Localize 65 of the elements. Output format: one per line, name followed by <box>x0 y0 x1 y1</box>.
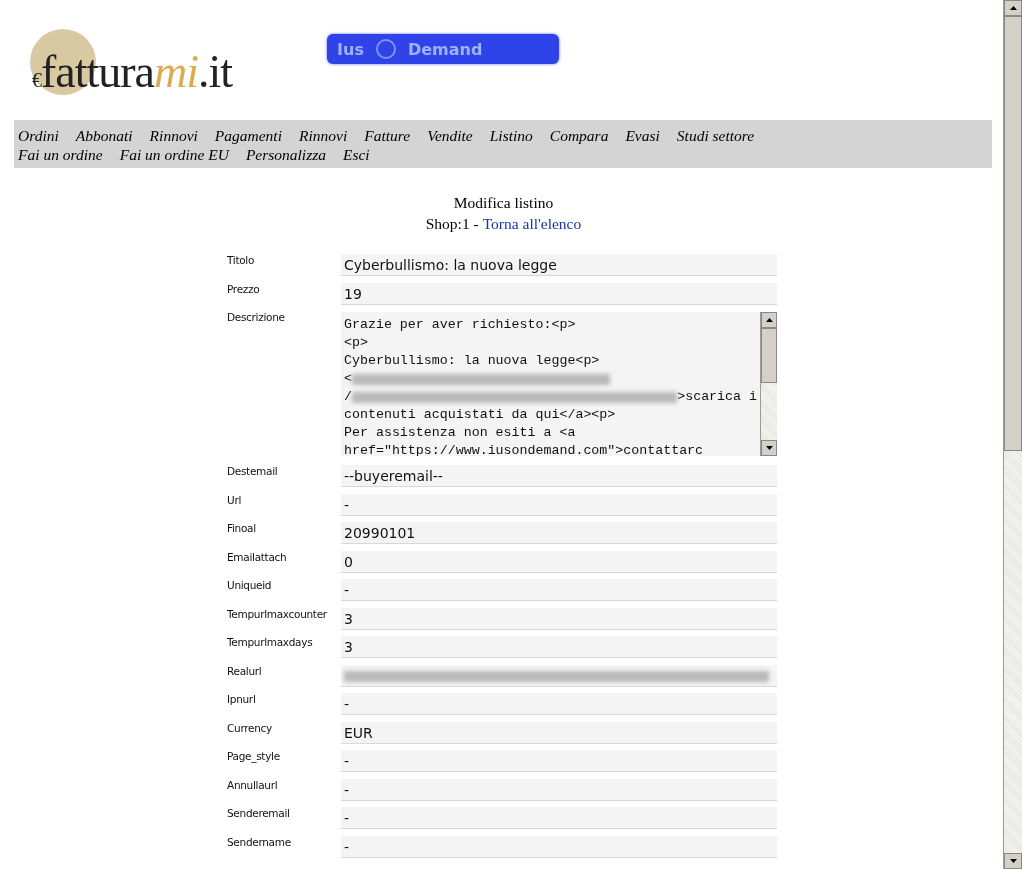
scroll-down-icon <box>1009 859 1017 863</box>
scroll-up-icon <box>1009 6 1017 10</box>
field-label: Annullaurl <box>227 777 279 793</box>
input-field[interactable]: - <box>341 493 777 516</box>
input-field[interactable]: 19 <box>341 282 777 305</box>
scroll-up-button[interactable] <box>1004 0 1022 16</box>
nav-link[interactable]: Ordini <box>18 126 59 145</box>
input-field[interactable]: 3 <box>341 636 777 658</box>
nav-link[interactable]: Fatture <box>364 126 411 145</box>
field-label: Tempurlmaxdays <box>227 635 314 650</box>
page-title: Modifica listino <box>453 193 554 213</box>
field-label: Realurl <box>227 663 263 679</box>
nav-link[interactable]: Pagamenti <box>214 126 282 145</box>
nav-link[interactable]: Rinnovi <box>149 126 198 145</box>
scroll-down-icon <box>765 446 773 450</box>
text-area[interactable]: Grazie per aver richiesto:<p> <p> Cyberbullismo: la nuova legge<p> < / >scarica i contenuti acquistati da qui</a><p> Per assistenza non esiti a <a href="https://www.iusondemand.com">contattarc <box>341 312 777 456</box>
field-label: Finoal <box>227 521 257 536</box>
field-label: Destemail <box>227 464 279 479</box>
scroll-up-button[interactable] <box>761 312 777 328</box>
field-label: Page_style <box>227 749 281 765</box>
input-field[interactable]: - <box>341 778 777 801</box>
nav-link[interactable]: Fai un ordine EU <box>119 145 229 164</box>
input-field[interactable]: Cyberbullismo: la nuova legge <box>341 254 777 276</box>
logo: €fatturami.it <box>30 25 233 95</box>
nav-link[interactable]: Studi settore <box>676 126 755 145</box>
nav-link[interactable]: Personalizza <box>245 145 326 164</box>
scrollbar[interactable] <box>1003 0 1022 869</box>
nav-link[interactable]: Abbonati <box>75 126 133 145</box>
input-field[interactable]: - <box>341 750 777 772</box>
field-label: Tempurlmaxcounter <box>227 606 328 622</box>
nav-link[interactable]: Vendite <box>427 126 473 145</box>
scroll-thumb[interactable] <box>1004 16 1022 451</box>
scroll-thumb[interactable] <box>761 328 777 383</box>
nav-link[interactable]: Esci <box>343 145 370 164</box>
field-label: Url <box>227 492 243 508</box>
field-label: Uniqueid <box>227 578 273 593</box>
field-label: Descrizione <box>227 310 286 325</box>
input-field[interactable]: - <box>341 579 777 601</box>
redacted-field[interactable] <box>341 664 777 687</box>
field-label: Sendername <box>227 834 292 850</box>
scroll-up-icon <box>765 318 773 322</box>
field-label: Emailattach <box>227 549 288 565</box>
input-field[interactable]: EUR <box>341 721 777 744</box>
nav-link[interactable]: Compara <box>549 126 609 145</box>
field-label: Prezzo <box>227 281 261 297</box>
input-field[interactable]: 3 <box>341 607 777 630</box>
scrollbar[interactable] <box>760 312 777 456</box>
nav-link[interactable]: Rinnovi <box>299 126 348 145</box>
back-link[interactable]: Torna all'elenco <box>482 213 582 234</box>
input-field[interactable]: - <box>341 807 777 829</box>
input-field[interactable]: - <box>341 835 777 858</box>
nav-link[interactable]: Listino <box>489 126 533 145</box>
field-label: Titolo <box>227 253 256 268</box>
input-field[interactable]: 0 <box>341 550 777 573</box>
field-label: Currency <box>227 720 273 736</box>
scroll-down-button[interactable] <box>761 440 777 456</box>
input-field[interactable]: - <box>341 693 777 715</box>
input-field[interactable]: 20990101 <box>341 522 777 544</box>
nav-link[interactable]: Fai un ordine <box>18 145 103 164</box>
field-label: Ipnurl <box>227 692 257 707</box>
field-label: Senderemail <box>227 806 291 821</box>
scroll-down-button[interactable] <box>1004 853 1022 869</box>
shop-label: Shop:1 - <box>425 214 479 234</box>
nav-link[interactable]: Evasi <box>625 126 660 145</box>
input-field[interactable]: --buyeremail-- <box>341 465 777 487</box>
